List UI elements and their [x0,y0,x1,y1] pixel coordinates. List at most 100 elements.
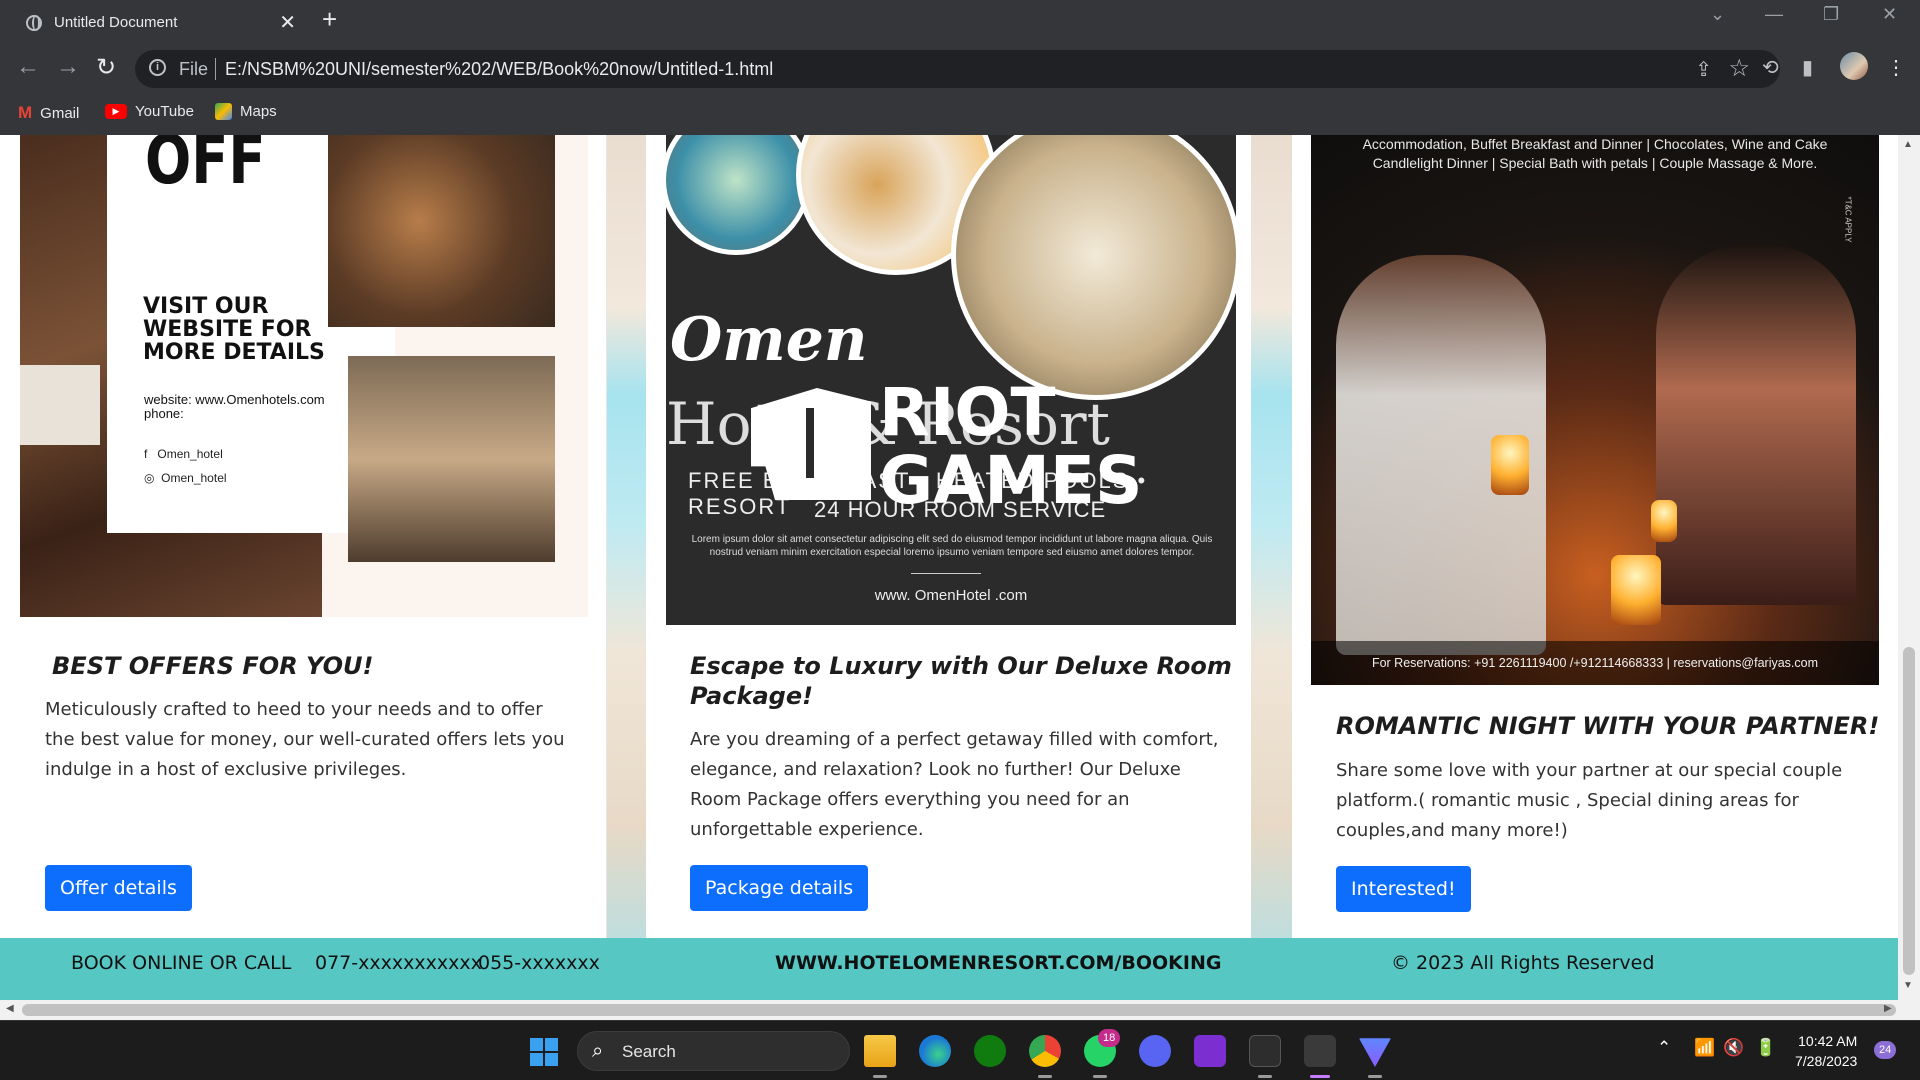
poster-tc: *T&C APPLY [1843,196,1853,243]
minimize-button[interactable]: — [1765,4,1783,25]
bookmark-label: Gmail [40,104,80,122]
dreamweaver-icon[interactable] [1194,1035,1226,1067]
horizontal-scrollbar[interactable]: ◀ ▶ [0,1000,1920,1020]
card-title: ROMANTIC NIGHT WITH YOUR PARTNER! [1336,712,1880,740]
browser-title-bar: Untitled Document ✕ + ⌄ — ❐ ✕ [0,0,1920,41]
restore-button[interactable]: ❐ [1823,4,1839,25]
poster-visit-text: VISIT OUR WEBSITE FOR MORE DETAILS [143,294,325,365]
bookmark-maps[interactable]: Maps [215,103,277,120]
romantic-card: Accommodation, Buffet Breakfast and Dinn… [1292,135,1898,938]
vpn-icon[interactable] [1359,1038,1391,1067]
poster-phone: phone: [144,406,184,421]
maps-icon [215,103,232,120]
horizontal-scroll-thumb[interactable] [22,1004,1896,1016]
app-indicator [1258,1075,1272,1078]
footer-phone-2: 055-xxxxxxx [478,952,600,974]
bookmark-label: YouTube [135,103,194,120]
offer-details-button[interactable]: Offer details [45,865,192,911]
xbox-icon[interactable] [974,1035,1006,1067]
taskbar-clock[interactable]: 10:42 AM 7/28/2023 [1795,1031,1857,1071]
windows-taskbar: ⌕ Search 18 ⌃ 📶 🔇 🔋 10:42 AM 7/28/2023 2… [0,1020,1920,1080]
browser-tab[interactable]: Untitled Document ✕ [8,4,310,41]
profile-avatar[interactable] [1840,52,1868,80]
poster-reservations: For Reservations: +91 2261119400 /+91211… [1311,641,1879,685]
taskbar-search-label: Search [622,1042,676,1061]
chevron-up-icon[interactable]: ⌃ [1657,1038,1671,1058]
speaker-muted-icon[interactable]: 🔇 [1723,1038,1744,1058]
new-tab-button[interactable]: + [322,4,337,35]
tab-close-button[interactable]: ✕ [279,10,296,35]
extension-icon[interactable]: ⟲ [1762,55,1779,80]
bedroom-photo [348,356,555,562]
bookmark-gmail[interactable]: M Gmail [18,103,79,123]
card-text-line: elegance, and relaxation? Look no furthe… [690,759,1181,780]
url-text[interactable]: E:/NSBM%20UNI/semester%202/WEB/Book%20no… [225,59,773,80]
interested-button[interactable]: Interested! [1336,866,1471,912]
address-bar[interactable]: i File E:/NSBM%20UNI/semester%202/WEB/Bo… [135,50,1780,88]
tab-search-button[interactable]: ⌄ [1710,4,1725,25]
url-scheme-label: File [179,59,209,79]
package-details-button[interactable]: Package details [690,865,869,911]
close-window-button[interactable]: ✕ [1882,4,1897,25]
windows-start-icon[interactable] [530,1038,558,1066]
wifi-icon[interactable]: 📶 [1694,1038,1715,1058]
forward-button[interactable]: → [56,53,80,81]
card-text-line: Are you dreaming of a perfect getaway fi… [690,729,1219,750]
poster-instagram: ◎ Omen_hotel [144,471,227,485]
footer-book-text: BOOK ONLINE OR CALL [71,952,292,974]
share-icon[interactable]: ⇪ [1695,57,1712,82]
scroll-down-icon[interactable]: ▼ [1903,980,1913,991]
scroll-up-icon[interactable]: ▲ [1903,139,1913,150]
side-panel-icon[interactable]: ▮ [1802,55,1813,80]
bookmark-star-icon[interactable]: ☆ [1728,54,1750,83]
offer-card: OFF VISIT OUR WEBSITE FOR MORE DETAILS w… [0,135,607,938]
scroll-right-icon[interactable]: ▶ [1884,1003,1892,1014]
card-text-line: unforgettable experience. [690,819,924,840]
back-button[interactable]: ← [16,53,40,81]
footer-phone-1: 077-xxxxxxxxxxx [315,952,482,974]
discord-icon[interactable] [1139,1035,1171,1067]
bookmarks-bar: M Gmail ▶ YouTube Maps [0,97,1920,135]
lobby-photo [951,135,1236,400]
clock-date: 7/28/2023 [1795,1053,1858,1069]
poster-divider [911,573,981,574]
bookmark-youtube[interactable]: ▶ YouTube [105,103,194,120]
file-explorer-icon[interactable] [864,1035,896,1067]
footer-booking-link[interactable]: WWW.HOTELOMENRESORT.COM/BOOKING [775,952,1221,974]
globe-icon [26,15,42,31]
vertical-scroll-thumb[interactable] [1903,647,1915,975]
facebook-icon: f [144,447,148,461]
chrome-icon[interactable] [1029,1035,1061,1067]
package-card: Omen Hotel & Resort FREE BREAKFAST • HEA… [646,135,1251,938]
poster-inclusions: Accommodation, Buffet Breakfast and Dinn… [1362,136,1828,171]
candle-icon [1611,555,1661,625]
scroll-left-icon[interactable]: ◀ [6,1003,14,1014]
page-footer: BOOK ONLINE OR CALL 077-xxxxxxxxxxx 055-… [0,938,1898,1000]
taskbar-search[interactable]: ⌕ Search [577,1031,850,1071]
poster-website: www. OmenHotel .com [874,587,1028,604]
edge-icon[interactable] [919,1035,951,1067]
clock-time: 10:42 AM [1798,1033,1858,1049]
youtube-icon: ▶ [105,104,127,119]
vertical-scrollbar[interactable]: ▲ ▼ [1898,135,1920,1000]
terminal-icon[interactable] [1249,1035,1281,1067]
active-app-icon[interactable] [1304,1035,1336,1067]
battery-icon[interactable]: 🔋 [1755,1038,1776,1058]
poster-facebook: f Omen_hotel [144,447,223,461]
info-icon[interactable]: i [149,59,166,76]
package-poster-image: Omen Hotel & Resort FREE BREAKFAST • HEA… [666,135,1236,625]
search-icon: ⌕ [592,1040,604,1062]
poster-off-text: OFF [145,135,266,200]
app-indicator [1310,1075,1330,1078]
pool-photo [666,135,811,255]
notification-badge[interactable]: 24 [1874,1041,1897,1059]
app-indicator [1368,1075,1382,1078]
riot-games-logo-overlay: RIOT GAMES [751,380,1151,520]
footer-copyright: © 2023 All Rights Reserved [1391,952,1655,974]
page-background: OFF VISIT OUR WEBSITE FOR MORE DETAILS w… [0,135,1898,1000]
card-text-line: indulge in a host of exclusive privilege… [45,759,407,780]
reload-button[interactable]: ↻ [96,53,116,82]
menu-kebab-icon[interactable]: ⋮ [1886,55,1906,80]
food-photo [328,135,555,327]
card-text-line: Meticulously crafted to heed to your nee… [45,699,543,720]
